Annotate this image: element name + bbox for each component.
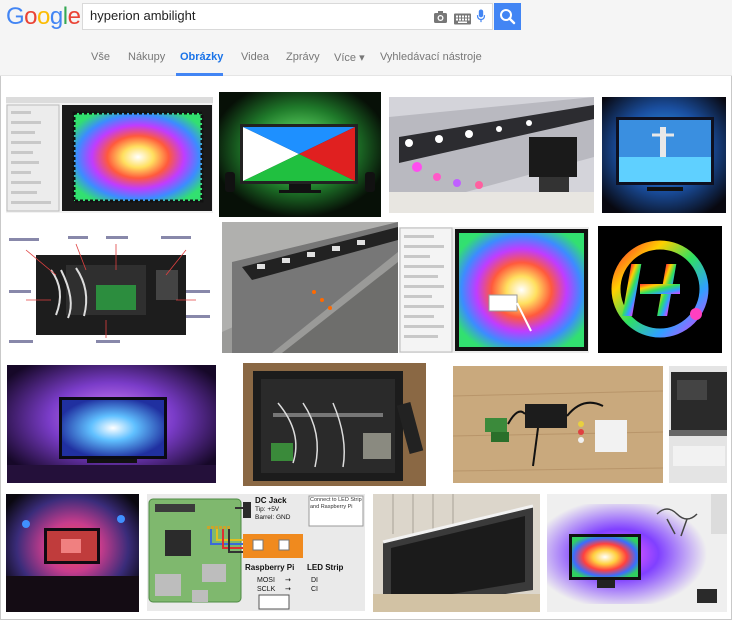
thumbnail-image: [222, 222, 398, 353]
diagram-dc-jack: DC Jack: [255, 496, 287, 505]
thumbnail-image: [399, 227, 589, 353]
google-logo[interactable]: Google: [6, 3, 81, 31]
search-header: Google: [0, 0, 732, 38]
thumbnail-image: [243, 363, 426, 486]
microphone-icon[interactable]: [476, 9, 486, 23]
keyboard-icon[interactable]: [454, 12, 471, 26]
tab-all[interactable]: Vše: [91, 51, 110, 63]
tab-videos[interactable]: Videa: [241, 51, 269, 63]
diagram-mosi: MOSI: [257, 577, 275, 584]
thumbnail-image: [598, 226, 722, 353]
active-tab-indicator: [176, 73, 223, 76]
diagram-arrow-1: →: [285, 576, 291, 584]
search-input[interactable]: [90, 8, 420, 23]
thumbnail-image: [453, 366, 663, 483]
thumbnail-image: [547, 494, 727, 612]
diagram-connect-note: Connect to LED Strip and Raspberry Pi: [310, 497, 362, 510]
diagram-tip: Tip: +5V: [255, 506, 280, 513]
logo-letter: o: [24, 3, 38, 30]
image-result[interactable]: [453, 366, 663, 483]
image-result[interactable]: [222, 222, 398, 353]
search-tabs: Vše Nákupy Obrázky Videa Zprávy Více ▾ V…: [0, 38, 732, 76]
search-button[interactable]: [494, 3, 521, 30]
diagram-raspberry-pi: Raspberry Pi: [245, 563, 294, 572]
thumbnail-image: [602, 97, 726, 213]
thumbnail-image: [6, 230, 214, 348]
thumbnail-image: [6, 97, 213, 212]
diagram-sclk: SCLK: [257, 586, 276, 593]
diagram-barrel: Barrel: GND: [255, 514, 291, 521]
wiring-diagram-result[interactable]: DC Jack Tip: +5V Barrel: GND Connect to …: [147, 494, 365, 611]
diagram-arrow-2: →: [285, 585, 291, 593]
image-result[interactable]: [6, 97, 213, 213]
thumbnail-image: [219, 92, 381, 217]
camera-icon[interactable]: [433, 10, 448, 24]
diagram-ci: CI: [311, 586, 318, 593]
thumbnail-image: [373, 494, 540, 612]
image-result[interactable]: [6, 230, 214, 348]
logo-letter: o: [37, 3, 50, 30]
image-result[interactable]: [598, 226, 722, 353]
image-result[interactable]: [602, 97, 726, 213]
thumbnail-image: [7, 365, 216, 483]
image-result[interactable]: [547, 494, 727, 612]
image-result[interactable]: [399, 227, 589, 353]
image-result[interactable]: [6, 494, 139, 612]
thumbnail-image: DC Jack Tip: +5V Barrel: GND Connect to …: [147, 494, 365, 611]
diagram-led-strip: LED Strip: [307, 563, 344, 572]
search-icon: [500, 9, 516, 25]
thumbnail-image: [669, 366, 727, 483]
thumbnail-image: [389, 97, 594, 213]
tab-shopping[interactable]: Nákupy: [128, 51, 165, 63]
search-box: [82, 3, 493, 30]
diagram-di: DI: [311, 577, 318, 584]
thumbnail-image: [6, 494, 139, 612]
image-result[interactable]: [7, 365, 216, 483]
tab-news[interactable]: Zprávy: [286, 51, 320, 63]
image-result[interactable]: [219, 92, 381, 217]
tab-more[interactable]: Více ▾: [334, 51, 365, 64]
tab-images[interactable]: Obrázky: [180, 51, 223, 63]
image-result[interactable]: [389, 97, 594, 213]
image-result[interactable]: [669, 366, 727, 483]
image-result[interactable]: [243, 363, 426, 486]
tab-search-tools[interactable]: Vyhledávací nástroje: [380, 51, 482, 63]
image-result[interactable]: [373, 494, 540, 612]
logo-letter: g: [49, 3, 63, 30]
logo-letter: G: [6, 3, 25, 30]
logo-letter: e: [67, 3, 81, 30]
